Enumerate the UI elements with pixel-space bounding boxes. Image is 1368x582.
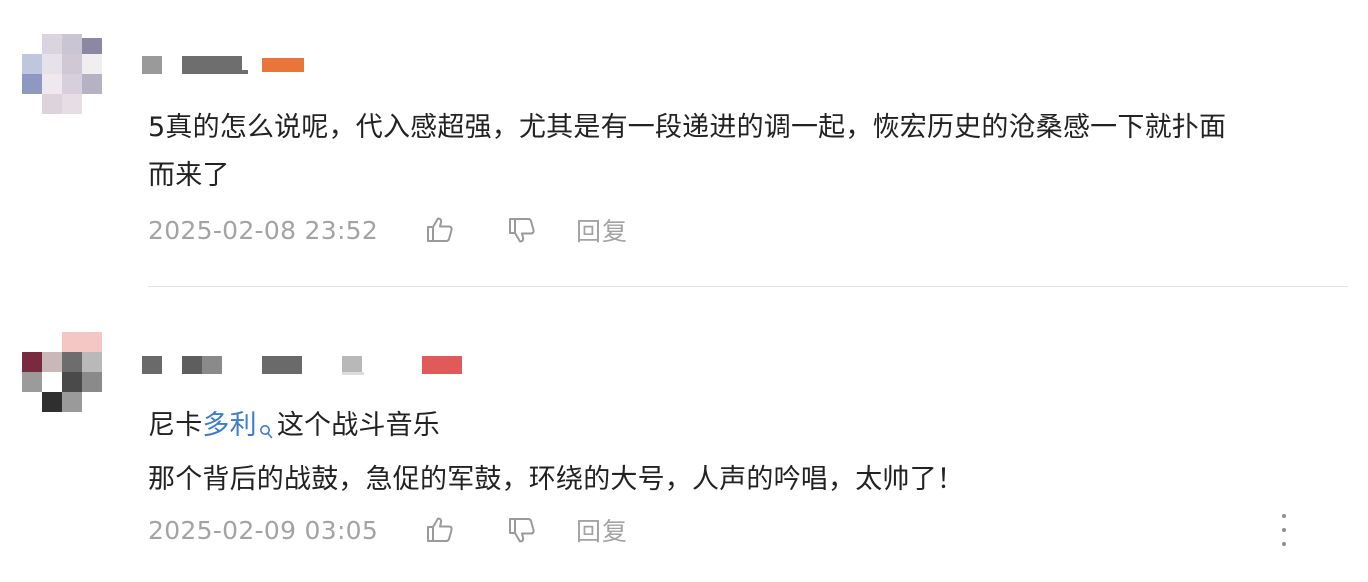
comment-line: 尼卡多利 这个战斗音乐	[148, 402, 1348, 456]
more-vertical-icon[interactable]	[1272, 514, 1296, 546]
comment-text-suffix: 这个战斗音乐	[276, 410, 441, 441]
comment-list: 5真的怎么说呢，代入感超强，尤其是有一段递进的调一起，恢宏历史的沧桑感一下就扑面…	[0, 0, 1368, 582]
timestamp: 2025-02-09 03:05	[148, 515, 379, 545]
reply-button[interactable]: 回复	[576, 212, 628, 248]
thumbs-down-icon[interactable]	[502, 510, 542, 550]
timestamp: 2025-02-08 23:52	[148, 215, 379, 245]
comment-text: 尼卡多利 这个战斗音乐 那个背后的战鼓，急促的军鼓，环绕的大号，人声的吟唱，太帅了…	[148, 402, 1348, 504]
thumbs-up-icon[interactable]	[420, 210, 460, 250]
search-icon[interactable]	[259, 408, 273, 456]
comment-item: 尼卡多利 这个战斗音乐 那个背后的战鼓，急促的军鼓，环绕的大号，人声的吟唱，太帅了…	[0, 288, 1368, 582]
level-badge	[422, 356, 462, 374]
comment-line: 那个背后的战鼓，急促的军鼓，环绕的大号，人声的吟唱，太帅了！	[148, 464, 964, 495]
level-badge	[262, 58, 304, 72]
divider	[148, 286, 1348, 287]
avatar[interactable]	[22, 332, 102, 416]
username[interactable]	[142, 56, 312, 76]
reply-button[interactable]: 回复	[576, 512, 628, 548]
search-link[interactable]: 多利	[202, 410, 256, 441]
comment-text: 5真的怎么说呢，代入感超强，尤其是有一段递进的调一起，恢宏历史的沧桑感一下就扑面…	[148, 104, 1348, 200]
comment-line: 而来了	[148, 160, 230, 191]
avatar[interactable]	[22, 34, 102, 118]
username[interactable]	[142, 356, 472, 376]
comment-meta: 2025-02-08 23:52 回复	[148, 210, 628, 250]
comment-meta: 2025-02-09 03:05 回复	[148, 510, 628, 550]
comment-line: 5真的怎么说呢，代入感超强，尤其是有一段递进的调一起，恢宏历史的沧桑感一下就扑面	[148, 112, 1227, 143]
thumbs-up-icon[interactable]	[420, 510, 460, 550]
thumbs-down-icon[interactable]	[502, 210, 542, 250]
comment-text-prefix: 尼卡	[148, 410, 203, 441]
comment-item: 5真的怎么说呢，代入感超强，尤其是有一段递进的调一起，恢宏历史的沧桑感一下就扑面…	[0, 0, 1368, 288]
